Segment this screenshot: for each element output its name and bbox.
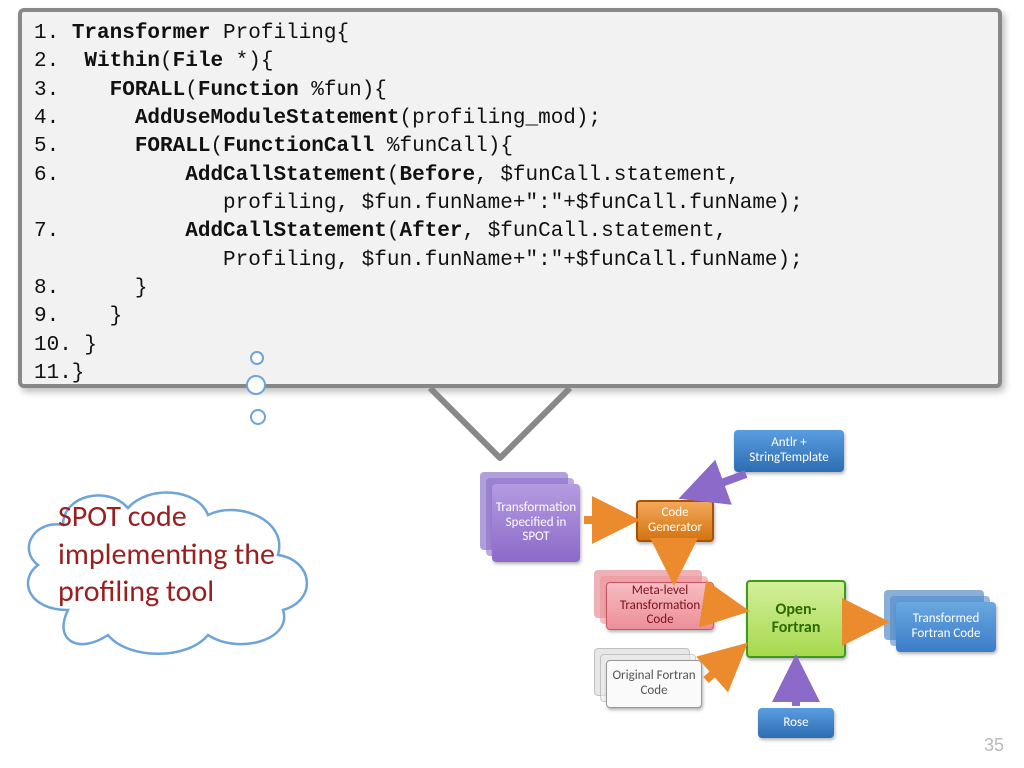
kw: Within (84, 50, 160, 73)
tx: , $funCall.statement, (475, 164, 740, 187)
tx: ( (210, 135, 223, 158)
ln: 8. } (34, 277, 147, 300)
kw: AddCallStatement (185, 220, 387, 243)
kw: File (173, 50, 223, 73)
tx: ( (185, 79, 198, 102)
tx: , $funCall.statement, (463, 220, 728, 243)
cloud-text: SPOT code implementing the profiling too… (58, 498, 318, 611)
tx: %funCall){ (374, 135, 513, 158)
ln: 6. (34, 164, 185, 187)
tx: profiling, $fun.funName+":"+$funCall.fun… (34, 192, 803, 215)
ln: 3. (34, 79, 110, 102)
tx: %fun){ (299, 79, 387, 102)
tx: *){ (223, 50, 273, 73)
kw: After (399, 220, 462, 243)
diagram-arrows-icon (486, 430, 1006, 740)
kw: Transformer (72, 22, 211, 45)
tx: ( (387, 164, 400, 187)
kw: Before (399, 164, 475, 187)
page-number: 35 (984, 735, 1004, 756)
tx: ( (387, 220, 400, 243)
kw: FORALL (110, 79, 186, 102)
tx: (profiling_mod); (399, 107, 601, 130)
architecture-diagram: Transformation Specified in SPOT Code Ge… (486, 430, 1006, 740)
kw: AddCallStatement (185, 164, 387, 187)
ln: 9. } (34, 305, 122, 328)
kw: AddUseModuleStatement (135, 107, 400, 130)
ln: 5. (34, 135, 135, 158)
ln: 10. } (34, 334, 97, 357)
tx: Profiling, $fun.funName+":"+$funCall.fun… (34, 249, 803, 272)
ln: 7. (34, 220, 185, 243)
tx: ( (160, 50, 173, 73)
kw: FunctionCall (223, 135, 374, 158)
ln: 2. (34, 50, 84, 73)
tx: Profiling{ (210, 22, 349, 45)
ln: 4. (34, 107, 135, 130)
ln: 11.} (34, 362, 84, 385)
ln: 1. (34, 22, 72, 45)
code-block: 1. Transformer Profiling{ 2. Within(File… (18, 8, 1002, 388)
kw: Function (198, 79, 299, 102)
kw: FORALL (135, 135, 211, 158)
